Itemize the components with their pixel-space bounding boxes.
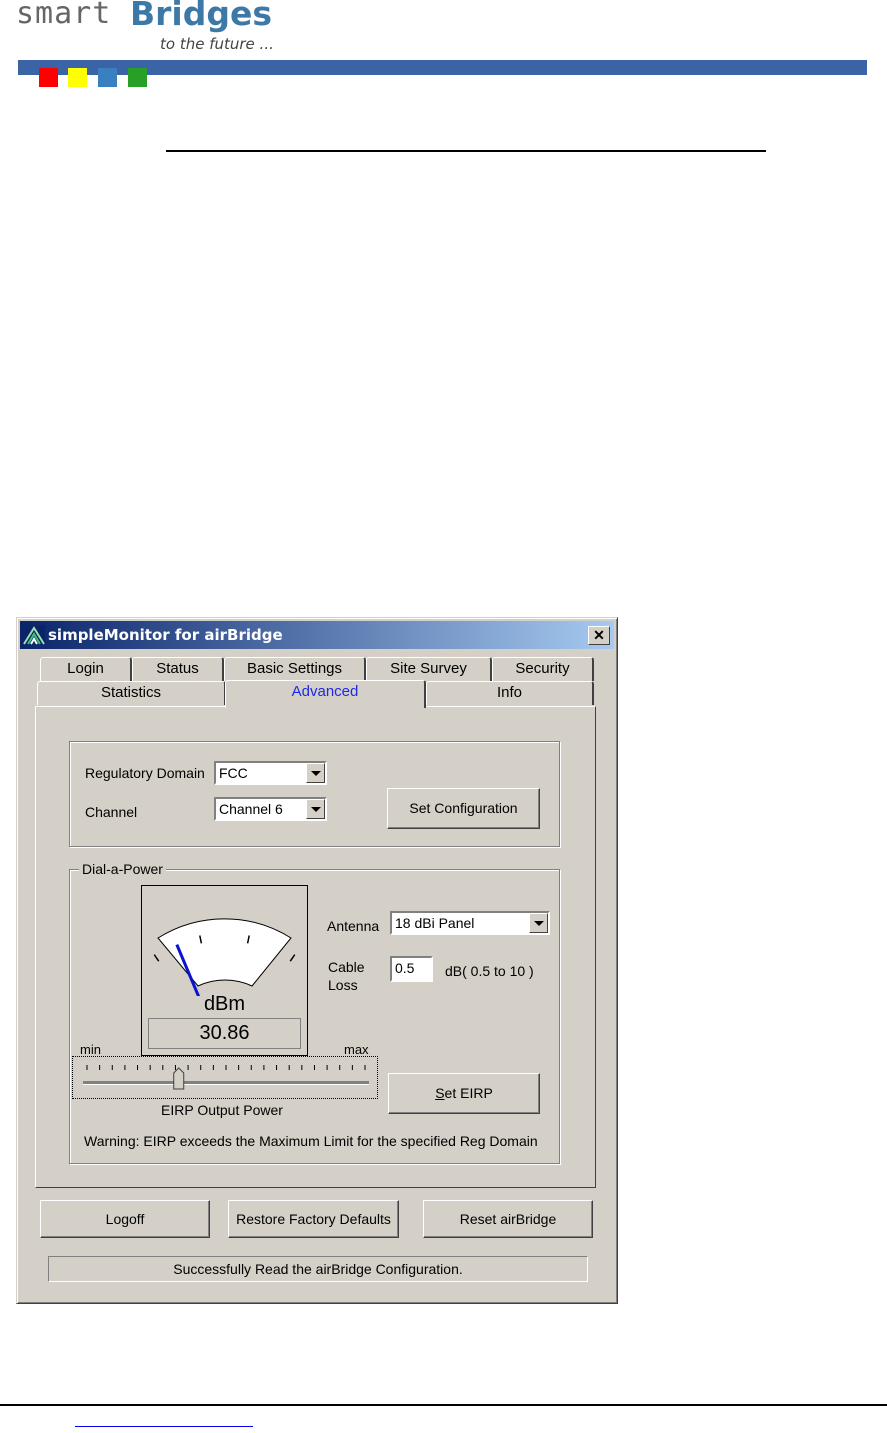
slider-ticks (86, 1065, 366, 1070)
logo-smart: smart (16, 0, 112, 31)
gauge-face (157, 918, 292, 987)
brand-square-yellow (68, 68, 87, 87)
antenna-value: 18 dBi Panel (395, 915, 475, 931)
set-configuration-button[interactable]: Set Configuration (387, 788, 540, 829)
eirp-slider[interactable] (72, 1056, 378, 1099)
reset-airbridge-button[interactable]: Reset airBridge (423, 1200, 593, 1238)
brand-square-red (39, 68, 58, 87)
cable-loss-range: dB( 0.5 to 10 ) (445, 963, 534, 979)
chevron-down-icon[interactable] (529, 913, 548, 933)
antenna-select[interactable]: 18 dBi Panel (390, 911, 550, 935)
gauge-tick (153, 954, 160, 962)
footer-rule (0, 1404, 887, 1406)
reg-domain-select[interactable]: FCC (214, 761, 327, 785)
tab-site-survey[interactable]: Site Survey (366, 657, 492, 681)
tab-status[interactable]: Status (132, 657, 224, 681)
eirp-output-power-label: EIRP Output Power (161, 1102, 283, 1118)
set-eirp-accel: S (435, 1085, 445, 1101)
chevron-down-icon[interactable] (306, 799, 325, 819)
reg-domain-value: FCC (219, 765, 248, 781)
channel-label: Channel (85, 804, 138, 820)
status-bar: Successfully Read the airBridge Configur… (48, 1256, 588, 1282)
close-button[interactable]: ✕ (588, 626, 610, 645)
cable-label-1: Cable (328, 959, 365, 975)
title-bar[interactable]: simpleMonitor for airBridge ✕ (20, 621, 614, 649)
eirp-warning: Warning: EIRP exceeds the Maximum Limit … (84, 1133, 538, 1149)
brand-square-green (128, 68, 147, 87)
window-title: simpleMonitor for airBridge (48, 626, 283, 644)
app-icon (23, 625, 45, 645)
slider-max-label: max (344, 1042, 369, 1057)
tagline: to the future ... (160, 35, 274, 53)
footer-link[interactable] (75, 1426, 253, 1427)
logo-bridges: Bridges (130, 0, 273, 33)
dial-a-power-legend: Dial-a-Power (79, 861, 166, 877)
cable-loss-input[interactable]: 0.5 (390, 956, 433, 982)
set-eirp-label: et EIRP (444, 1085, 493, 1101)
slider-track (83, 1065, 369, 1090)
set-eirp-button[interactable]: Set EIRP (388, 1073, 540, 1114)
tab-info[interactable]: Info (426, 681, 594, 705)
tab-statistics[interactable]: Statistics (37, 681, 226, 705)
power-readout: 30.86 (148, 1018, 301, 1049)
antenna-label: Antenna (327, 918, 380, 934)
slider-thumb (173, 1067, 185, 1090)
gauge-dial (153, 918, 296, 996)
channel-value: Channel 6 (219, 801, 283, 817)
title-underline (166, 150, 766, 152)
tab-basic-settings[interactable]: Basic Settings (224, 657, 366, 681)
restore-defaults-button[interactable]: Restore Factory Defaults (228, 1200, 399, 1238)
cable-label-2: Loss (328, 977, 358, 993)
channel-select[interactable]: Channel 6 (214, 797, 327, 821)
unit-label: dBm (203, 993, 246, 1015)
slider-min-label: min (80, 1042, 101, 1057)
logoff-button[interactable]: Logoff (40, 1200, 210, 1238)
tab-advanced[interactable]: Advanced (225, 680, 426, 708)
chevron-down-icon[interactable] (306, 763, 325, 783)
tab-security[interactable]: Security (492, 657, 594, 681)
reg-domain-label: Regulatory Domain (85, 765, 205, 781)
brand-square-blue (98, 68, 117, 87)
gauge-tick (289, 954, 296, 962)
tab-login[interactable]: Login (40, 657, 132, 681)
